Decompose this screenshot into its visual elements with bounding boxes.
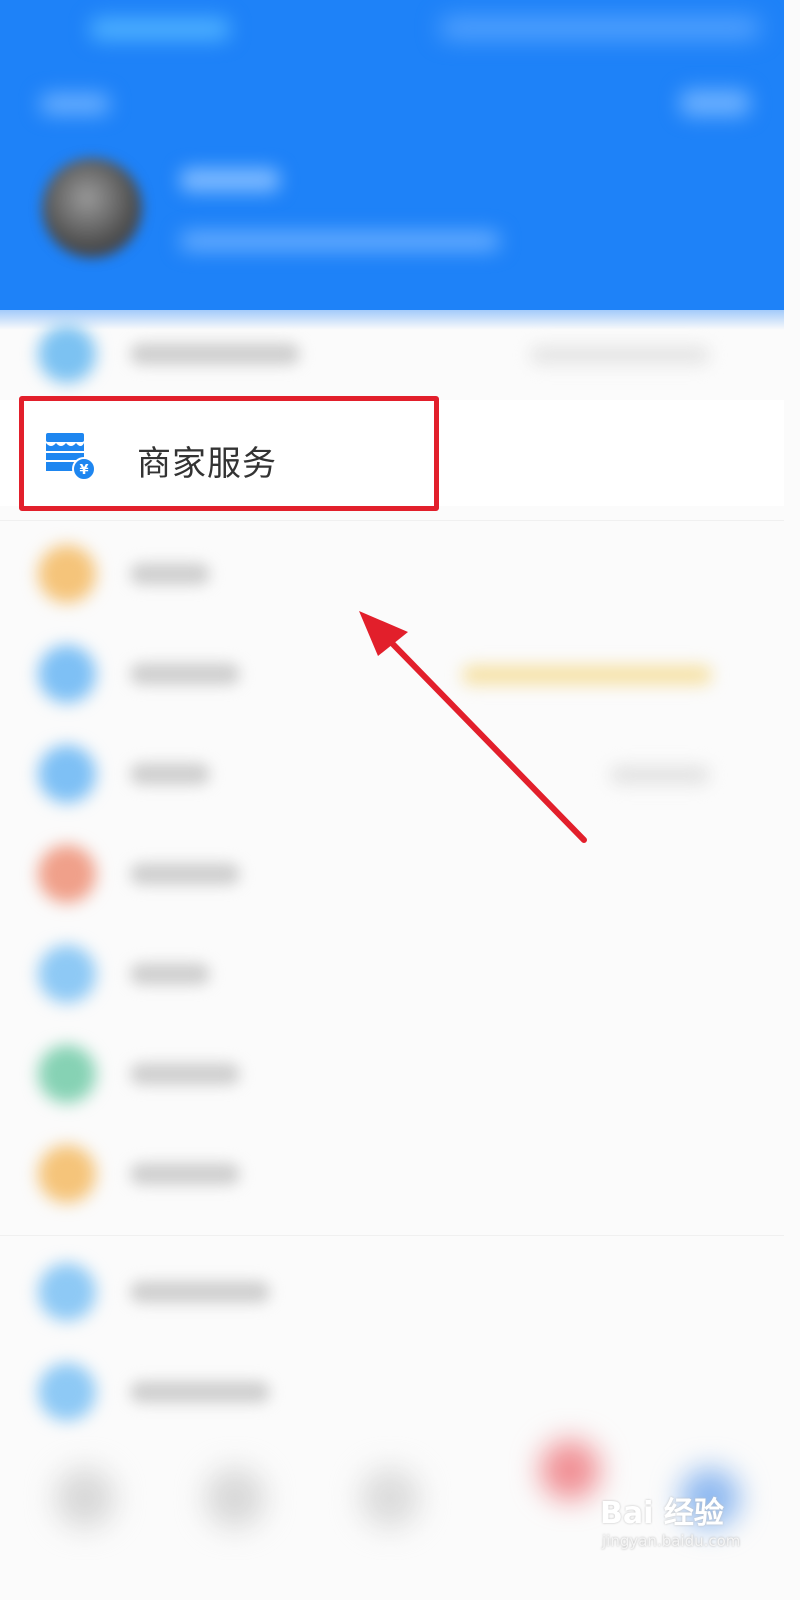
row-text-blur bbox=[130, 1381, 270, 1403]
divider bbox=[0, 1235, 784, 1236]
row-text-blur bbox=[130, 963, 210, 985]
row-icon-blur bbox=[38, 1363, 96, 1421]
row-text-blur bbox=[130, 1163, 240, 1185]
row-icon-blur bbox=[38, 325, 96, 383]
back-button-blur[interactable] bbox=[40, 94, 110, 114]
tab-blur[interactable] bbox=[360, 1468, 420, 1528]
list-item-blurred[interactable] bbox=[0, 1243, 784, 1343]
row-text-blur bbox=[130, 563, 210, 585]
row-icon-blur bbox=[38, 545, 96, 603]
divider bbox=[0, 520, 784, 521]
row-right-blur bbox=[610, 765, 710, 785]
tab-blur[interactable] bbox=[55, 1468, 115, 1528]
row-icon-blur bbox=[38, 745, 96, 803]
row-text-blur bbox=[130, 663, 240, 685]
watermark-url: jingyan.baidu.com bbox=[602, 1532, 741, 1550]
list-item-blurred[interactable] bbox=[0, 525, 784, 625]
list-item-blurred[interactable] bbox=[0, 305, 784, 405]
account-info-blur bbox=[180, 232, 500, 250]
row-text-blur bbox=[130, 1281, 270, 1303]
row-icon-blur bbox=[38, 645, 96, 703]
list-item-blurred[interactable] bbox=[0, 1025, 784, 1125]
row-text-blur bbox=[130, 343, 300, 365]
list-item-blurred[interactable] bbox=[0, 725, 784, 825]
row-icon-blur bbox=[38, 1145, 96, 1203]
row-text-blur bbox=[130, 863, 240, 885]
watermark-brand: Bai 经验 bbox=[600, 1496, 724, 1531]
row-right-blur bbox=[462, 665, 712, 685]
status-bar-blur bbox=[90, 18, 230, 40]
row-icon-blur bbox=[38, 1263, 96, 1321]
list-item-blurred[interactable] bbox=[0, 925, 784, 1025]
status-icons-blur bbox=[440, 18, 760, 38]
list-item-blurred[interactable] bbox=[0, 1343, 784, 1443]
row-right-blur bbox=[530, 345, 710, 365]
list-item-blurred[interactable] bbox=[0, 1125, 784, 1225]
profile-header bbox=[0, 0, 784, 310]
settings-button-blur[interactable] bbox=[680, 90, 750, 116]
watermark-logo: Bai 经验 jingyan.baidu.com bbox=[600, 1480, 780, 1560]
row-text-blur bbox=[130, 763, 210, 785]
list-item-blurred[interactable] bbox=[0, 625, 784, 725]
tab-blur[interactable] bbox=[205, 1468, 265, 1528]
tab-blur[interactable] bbox=[540, 1440, 600, 1500]
highlight-annotation-box bbox=[19, 396, 439, 511]
list-item-blurred[interactable] bbox=[0, 825, 784, 925]
row-icon-blur bbox=[38, 945, 96, 1003]
avatar[interactable] bbox=[42, 158, 142, 258]
row-text-blur bbox=[130, 1063, 240, 1085]
username-blur bbox=[180, 168, 280, 192]
row-icon-blur bbox=[38, 845, 96, 903]
row-icon-blur bbox=[38, 1045, 96, 1103]
